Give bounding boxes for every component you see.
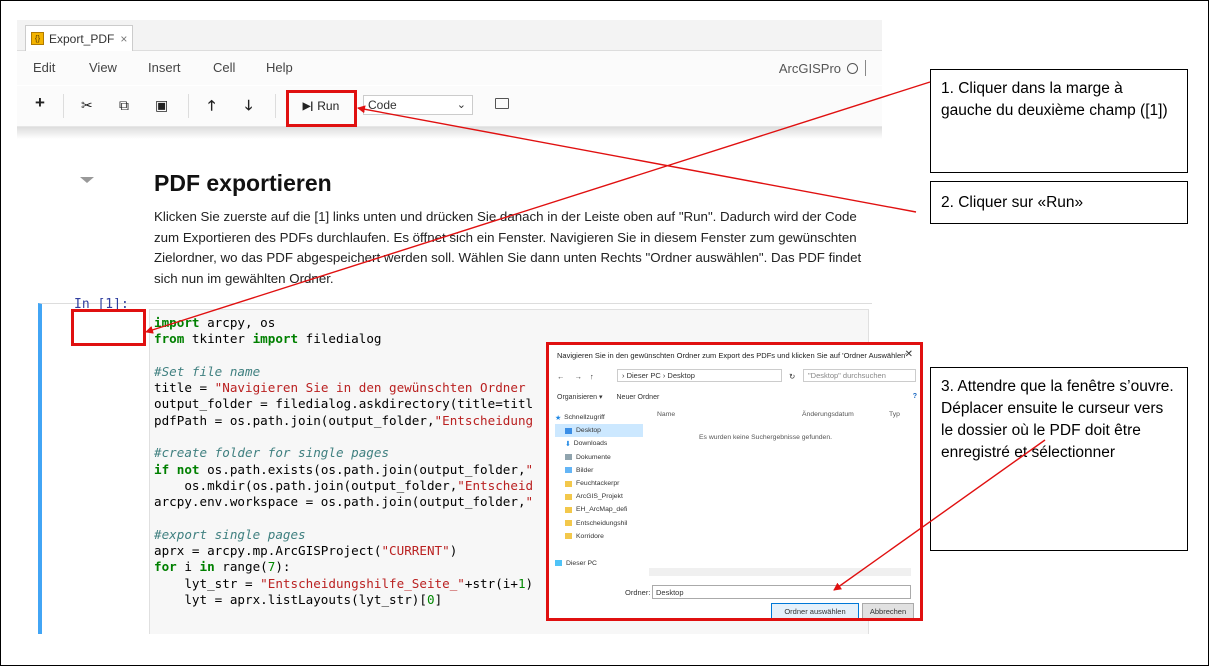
- arrow-to-folder: [833, 439, 1046, 591]
- arrow-to-run: [357, 105, 917, 213]
- annotation-arrows: [145, 81, 1046, 591]
- arrow-to-prompt: [145, 81, 931, 334]
